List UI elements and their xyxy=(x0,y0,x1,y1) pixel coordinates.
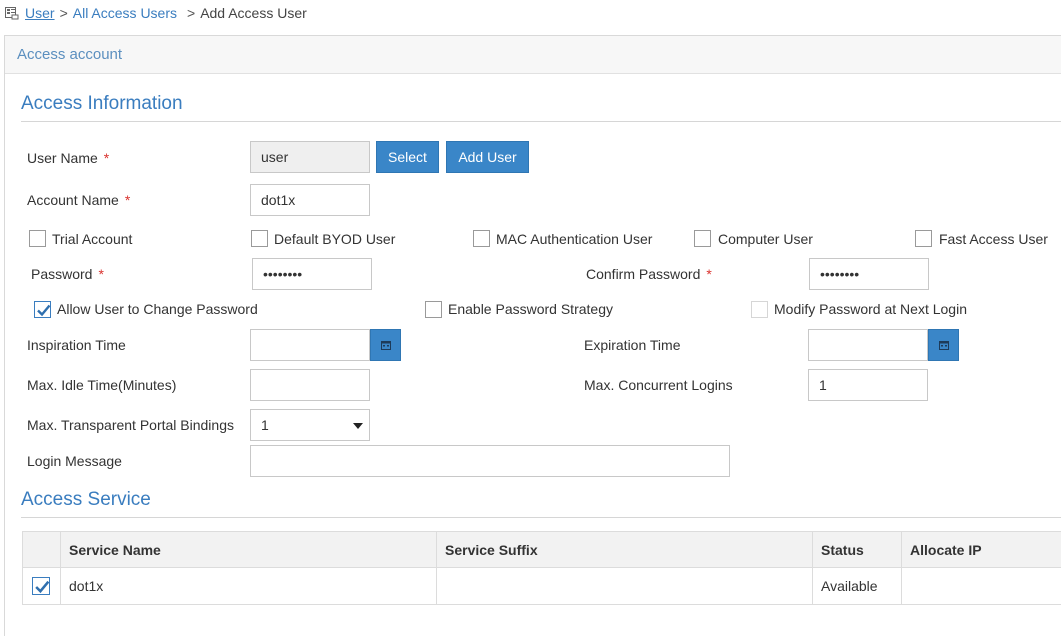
expiration-time-input[interactable] xyxy=(808,329,928,361)
confirm-password-input[interactable]: •••••••• xyxy=(809,258,929,290)
fast-access-user-label: Fast Access User xyxy=(939,231,1048,247)
default-byod-user-label: Default BYOD User xyxy=(274,231,396,247)
panel-title: Access account xyxy=(17,46,123,63)
account-name-input[interactable]: dot1x xyxy=(250,184,370,216)
select-user-button[interactable]: Select xyxy=(376,141,439,173)
service-row-checkbox[interactable] xyxy=(32,577,50,595)
add-user-button[interactable]: Add User xyxy=(446,141,529,173)
trial-account-checkbox[interactable] xyxy=(29,230,46,247)
password-label-text: Password xyxy=(31,266,93,282)
column-service-suffix[interactable]: Service Suffix xyxy=(436,531,813,568)
account-name-label: Account Name * xyxy=(27,192,130,208)
default-byod-user-checkbox[interactable] xyxy=(251,230,268,247)
fast-access-user-checkbox[interactable] xyxy=(915,230,932,247)
status-cell: Available xyxy=(812,567,902,605)
service-table: Service Name Service Suffix Status Alloc… xyxy=(22,531,1061,611)
required-mark: * xyxy=(98,266,104,282)
mac-authentication-user-label: MAC Authentication User xyxy=(496,231,653,247)
max-portal-bindings-select[interactable]: 1 xyxy=(250,409,370,441)
panel-header xyxy=(5,36,1061,74)
confirm-password-label-text: Confirm Password xyxy=(586,266,701,282)
breadcrumb-separator: > xyxy=(59,5,68,21)
service-suffix-cell xyxy=(436,567,813,605)
checkmark-icon xyxy=(35,580,50,594)
computer-user-checkbox[interactable] xyxy=(694,230,711,247)
calendar-icon xyxy=(380,341,391,350)
section-divider xyxy=(21,517,1061,518)
modify-password-next-login-checkbox[interactable] xyxy=(751,301,768,318)
login-message-input[interactable] xyxy=(250,445,730,477)
required-mark: * xyxy=(103,150,110,166)
enable-password-strategy-checkbox[interactable] xyxy=(425,301,442,318)
access-information-title: Access Information xyxy=(21,93,183,114)
column-status[interactable]: Status xyxy=(812,531,902,568)
confirm-password-label: Confirm Password * xyxy=(586,266,712,282)
modify-password-next-login-label: Modify Password at Next Login xyxy=(774,301,967,317)
user-name-label-text: User Name xyxy=(27,150,98,166)
service-name-cell: dot1x xyxy=(60,567,437,605)
breadcrumb-all-access-users-link[interactable]: All Access Users xyxy=(73,5,177,21)
max-idle-time-input[interactable] xyxy=(250,369,370,401)
access-service-title: Access Service xyxy=(21,489,151,510)
breadcrumb: User > All Access Users > Add Access Use… xyxy=(5,4,307,22)
column-service-name[interactable]: Service Name xyxy=(60,531,437,568)
inspiration-time-input[interactable] xyxy=(250,329,370,361)
table-row xyxy=(22,567,61,605)
login-message-label: Login Message xyxy=(27,453,122,469)
max-idle-time-label: Max. Idle Time(Minutes) xyxy=(27,377,177,393)
breadcrumb-separator: > xyxy=(187,5,196,21)
checkmark-icon xyxy=(37,304,51,317)
max-portal-bindings-value: 1 xyxy=(261,417,269,433)
section-divider xyxy=(21,121,1061,122)
expiration-calendar-button[interactable] xyxy=(928,329,959,361)
max-portal-bindings-label: Max. Transparent Portal Bindings xyxy=(27,417,234,433)
password-label: Password * xyxy=(31,266,104,282)
allow-change-password-label: Allow User to Change Password xyxy=(57,301,258,317)
expiration-time-label: Expiration Time xyxy=(584,337,681,353)
user-name-field[interactable]: user xyxy=(250,141,370,173)
dropdown-arrow-icon xyxy=(353,423,363,429)
allow-change-password-checkbox[interactable] xyxy=(34,301,51,318)
user-list-icon xyxy=(5,7,19,20)
account-name-label-text: Account Name xyxy=(27,192,119,208)
user-name-label: User Name * xyxy=(27,150,109,166)
breadcrumb-user-link[interactable]: User xyxy=(25,5,55,21)
required-mark: * xyxy=(706,266,712,282)
password-input[interactable]: •••••••• xyxy=(252,258,372,290)
column-allocate-ip[interactable]: Allocate IP xyxy=(901,531,1061,568)
inspiration-calendar-button[interactable] xyxy=(370,329,401,361)
inspiration-time-label: Inspiration Time xyxy=(27,337,126,353)
max-concurrent-logins-input[interactable]: 1 xyxy=(808,369,928,401)
computer-user-label: Computer User xyxy=(718,231,813,247)
allocate-ip-cell xyxy=(901,567,1061,605)
mac-authentication-user-checkbox[interactable] xyxy=(473,230,490,247)
breadcrumb-current: Add Access User xyxy=(200,5,307,21)
trial-account-label: Trial Account xyxy=(52,231,133,247)
table-header-select xyxy=(22,531,61,568)
required-mark: * xyxy=(124,192,131,208)
enable-password-strategy-label: Enable Password Strategy xyxy=(448,301,613,317)
max-concurrent-logins-label: Max. Concurrent Logins xyxy=(584,377,733,393)
calendar-icon xyxy=(938,341,949,350)
